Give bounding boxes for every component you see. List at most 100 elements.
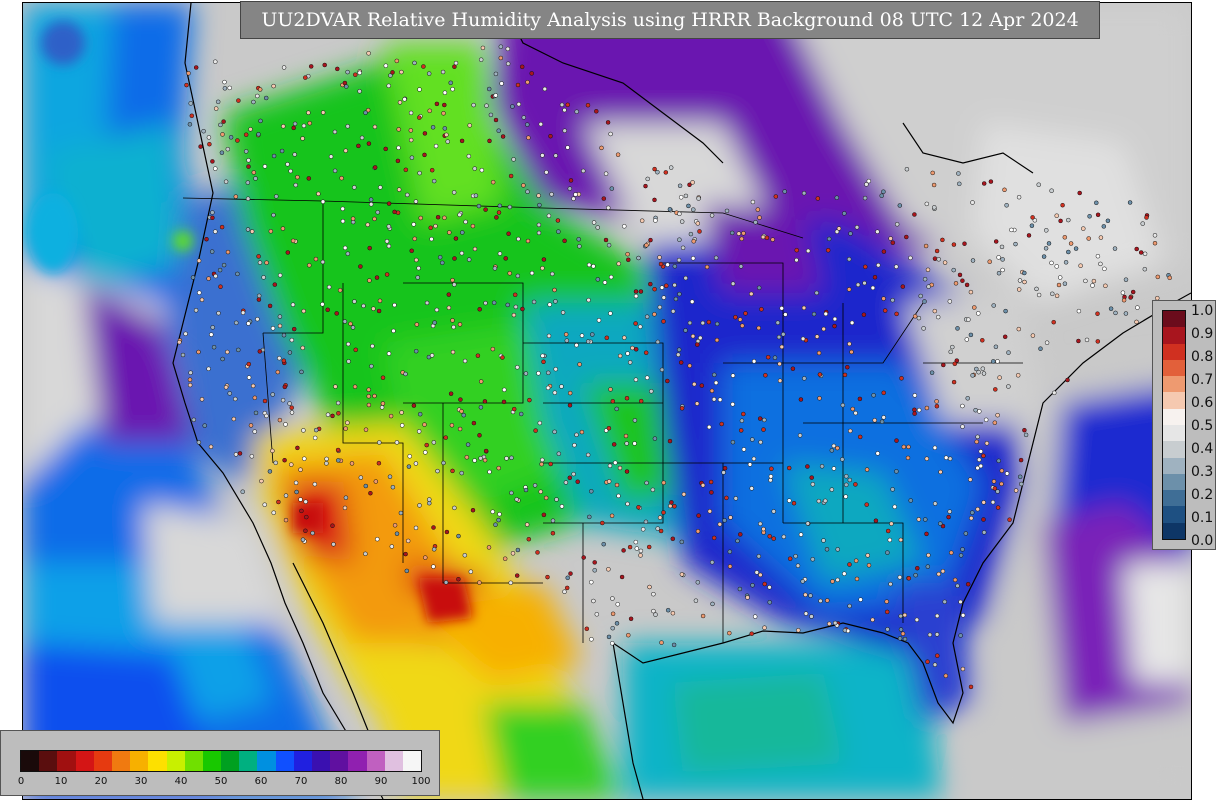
station-dot (912, 411, 917, 416)
station-dot (275, 369, 281, 375)
station-dot (751, 456, 757, 462)
station-dot (456, 576, 461, 582)
station-dot (413, 199, 419, 204)
station-dot (940, 237, 945, 243)
station-dot (730, 373, 736, 378)
station-dot (422, 422, 427, 427)
station-dot (345, 69, 350, 75)
station-dot (565, 102, 570, 108)
station-dot (484, 103, 489, 108)
station-dot (550, 530, 556, 536)
station-dot (536, 193, 541, 198)
station-dot (1029, 223, 1035, 228)
station-dot (884, 609, 890, 615)
station-dot (717, 522, 723, 527)
station-dot (287, 350, 293, 355)
station-dot (835, 547, 840, 552)
station-dot (938, 469, 943, 475)
station-dot (221, 262, 227, 268)
station-dot (603, 237, 609, 243)
station-dot (901, 444, 907, 450)
station-dot (991, 303, 996, 308)
station-dot (973, 407, 978, 413)
station-dot (546, 333, 552, 339)
station-dot (320, 199, 326, 204)
station-dot (521, 115, 527, 120)
station-dot (277, 417, 283, 423)
station-dot (996, 458, 1001, 464)
station-dot (633, 347, 639, 352)
station-dot (938, 521, 943, 526)
station-dot (931, 182, 937, 188)
station-dot (497, 251, 503, 256)
station-dot (794, 257, 799, 263)
station-dot (433, 143, 439, 149)
station-dot (711, 397, 717, 402)
station-dot (643, 519, 649, 525)
station-dot (665, 262, 670, 267)
station-dot (1095, 339, 1101, 344)
station-dot (322, 62, 327, 68)
station-dot (320, 110, 326, 115)
station-dot (431, 178, 437, 184)
station-dot (264, 260, 269, 265)
station-dot (572, 442, 577, 448)
observation-colorbar-segment (1163, 457, 1185, 475)
station-dot (866, 563, 872, 568)
station-dot (829, 487, 835, 492)
station-dot (546, 370, 551, 376)
station-dot (935, 653, 940, 658)
station-dot (995, 412, 1000, 418)
station-dot (958, 553, 964, 558)
station-dot (842, 628, 848, 633)
station-dot (262, 164, 268, 169)
station-dot (960, 424, 965, 429)
station-dot (627, 360, 633, 365)
station-dot (749, 631, 754, 636)
station-dot (184, 82, 189, 88)
station-dot (1134, 246, 1139, 252)
station-dot (968, 684, 974, 690)
station-dot (815, 196, 821, 201)
rh-analysis-map[interactable] (22, 2, 1192, 800)
station-dot (363, 110, 368, 115)
station-dot (897, 575, 903, 580)
station-dot (606, 634, 612, 640)
station-dot (741, 231, 746, 236)
analysis-colorbar-segment (93, 751, 112, 771)
station-dot (405, 538, 411, 544)
station-dot (511, 406, 517, 412)
station-dot (204, 236, 209, 242)
station-dot (516, 236, 521, 242)
station-dot (343, 148, 348, 153)
station-dot (759, 307, 764, 312)
station-dot (262, 398, 268, 404)
station-dot (980, 338, 985, 343)
station-dot (291, 326, 297, 332)
station-dot (514, 573, 520, 578)
station-dot (307, 263, 312, 268)
station-dot (505, 61, 511, 66)
station-dot (767, 585, 772, 590)
station-dot (632, 418, 638, 423)
station-dot (538, 489, 543, 494)
station-dot (698, 335, 703, 341)
station-dot (466, 257, 472, 262)
station-dot (353, 347, 358, 353)
station-dot (540, 265, 545, 271)
station-dot (943, 673, 949, 679)
station-dot (199, 397, 205, 402)
station-dot (821, 538, 826, 543)
station-dot (733, 496, 739, 501)
station-dot (730, 402, 735, 407)
station-dot (328, 154, 334, 159)
station-dot (793, 553, 798, 559)
station-dot (810, 482, 816, 487)
station-dot (608, 274, 614, 280)
station-dot (565, 145, 570, 150)
analysis-colorbar-segment (166, 751, 185, 771)
station-dot (932, 205, 937, 210)
station-dot (862, 195, 868, 201)
station-dot (1051, 319, 1056, 325)
station-dot (366, 387, 371, 392)
